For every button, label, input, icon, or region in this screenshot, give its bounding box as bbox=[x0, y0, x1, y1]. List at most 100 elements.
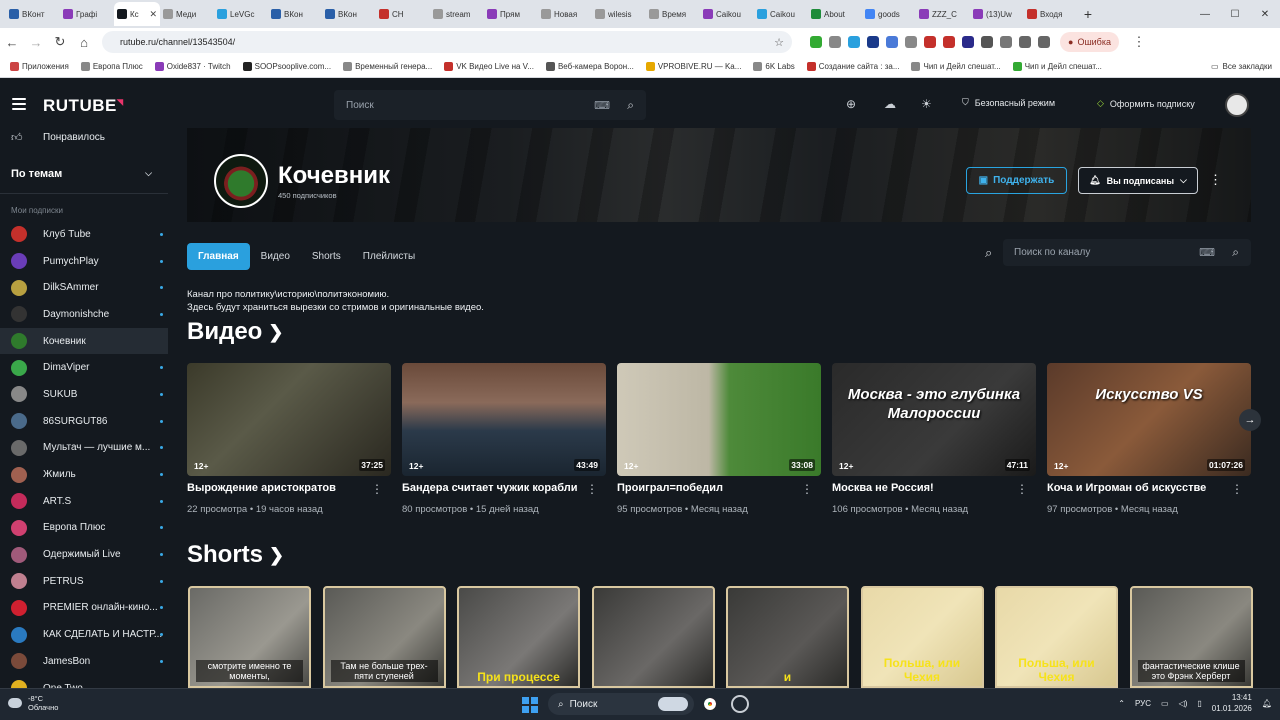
app-icon[interactable] bbox=[731, 695, 749, 713]
extension-icon[interactable] bbox=[924, 36, 936, 48]
sidebar-item[interactable]: Жмиль bbox=[0, 461, 168, 488]
bookmark-item[interactable]: Создание сайта : за... bbox=[801, 62, 906, 71]
channel-tab[interactable]: Плейлисты bbox=[352, 243, 426, 270]
browser-tab[interactable]: goods bbox=[862, 2, 916, 26]
bookmark-item[interactable]: SOOPsooplive.com... bbox=[237, 62, 337, 71]
sidebar-item[interactable]: PETRUS bbox=[0, 568, 168, 595]
video-title[interactable]: Вырождение аристократов bbox=[187, 482, 371, 494]
video-card[interactable]: 12+ 33:08 Проиграл=победил ⋮ 95 просмотров •… bbox=[617, 363, 821, 515]
keyboard-icon[interactable]: ⌨ bbox=[594, 99, 610, 112]
extension-icon[interactable] bbox=[810, 36, 822, 48]
channel-tab[interactable]: Главная bbox=[187, 243, 250, 270]
video-title[interactable]: Коча и Игроман об искусстве bbox=[1047, 482, 1231, 494]
sidebar-item[interactable]: SUKUB bbox=[0, 381, 168, 408]
theme-icon[interactable]: ☀ bbox=[921, 97, 932, 111]
sidebar-item[interactable]: PREMIER онлайн-кино... bbox=[0, 595, 168, 622]
screenshot-icon[interactable] bbox=[1019, 36, 1031, 48]
browser-tab[interactable]: ВКон bbox=[268, 2, 322, 26]
sidebar-item[interactable]: 86SURGUT86 bbox=[0, 408, 168, 435]
bookmark-item[interactable]: Веб-камера Ворон... bbox=[540, 62, 640, 71]
short-card[interactable]: Там не больше трех-пяти ступеней bbox=[322, 586, 446, 688]
weather-widget[interactable]: -8°C Облачно bbox=[8, 694, 58, 712]
more-options-icon[interactable]: ⋮ bbox=[1016, 482, 1028, 496]
sidebar-topics[interactable]: По темам ⌵ bbox=[0, 154, 168, 194]
sidebar-item[interactable]: DimaViper bbox=[0, 354, 168, 381]
browser-tab[interactable]: Меди bbox=[160, 2, 214, 26]
minimize-icon[interactable]: — bbox=[1190, 0, 1220, 28]
extension-icon[interactable] bbox=[943, 36, 955, 48]
volume-icon[interactable]: ◁) bbox=[1179, 699, 1188, 708]
videos-section-title[interactable]: Видео ❯ bbox=[187, 318, 283, 346]
browser-tab[interactable]: ВКонт bbox=[6, 2, 60, 26]
video-card[interactable]: Москва - это глубинка Малороссии 12+ 47:11… bbox=[832, 363, 1036, 515]
channel-search-input[interactable]: Поиск по каналу ⌨ ⌕ bbox=[1003, 239, 1251, 266]
sidebar-item[interactable]: Одержимый Live bbox=[0, 541, 168, 568]
sidebar-item[interactable]: DilkSAmmer bbox=[0, 274, 168, 301]
menu-icon[interactable] bbox=[12, 98, 26, 110]
browser-tab[interactable]: Время bbox=[646, 2, 700, 26]
browser-menu-icon[interactable]: ⋮ bbox=[1127, 34, 1151, 50]
chevron-up-icon[interactable]: ⌃ bbox=[1118, 699, 1125, 708]
sidebar-item[interactable]: Европа Плюс bbox=[0, 515, 168, 542]
extension-icon[interactable] bbox=[829, 36, 841, 48]
channel-avatar[interactable] bbox=[214, 154, 268, 208]
browser-tab[interactable]: (13)Uw bbox=[970, 2, 1024, 26]
sidebar-item[interactable]: Daymonishche bbox=[0, 301, 168, 328]
extension-icon[interactable] bbox=[886, 36, 898, 48]
browser-tab[interactable]: Прям bbox=[484, 2, 538, 26]
reload-icon[interactable]: ↻ bbox=[48, 34, 72, 50]
bookmark-item[interactable]: Европа Плюс bbox=[75, 62, 149, 71]
channel-tab[interactable]: Видео bbox=[250, 243, 301, 270]
video-card[interactable]: Искусство VS 12+ 01:07:26 Коча и Игроман об… bbox=[1047, 363, 1251, 515]
bookmark-item[interactable]: VK Видео Live на V... bbox=[438, 62, 540, 71]
keyboard-icon[interactable]: ⌨ bbox=[1199, 246, 1215, 259]
more-options-icon[interactable]: ⋮ bbox=[586, 482, 598, 496]
bookmark-star-icon[interactable]: ☆ bbox=[774, 36, 784, 49]
short-card[interactable]: и bbox=[726, 586, 849, 688]
channel-more-icon[interactable]: ⋮ bbox=[1209, 172, 1222, 188]
more-options-icon[interactable]: ⋮ bbox=[371, 482, 383, 496]
video-card[interactable]: 12+ 37:25 Вырождение аристократов ⋮ 22 просм… bbox=[187, 363, 391, 515]
home-icon[interactable]: ⌂ bbox=[72, 35, 96, 50]
all-bookmarks[interactable]: ▭ Все закладки bbox=[1211, 62, 1272, 71]
extension-icon[interactable] bbox=[848, 36, 860, 48]
language-indicator[interactable]: РУС bbox=[1135, 699, 1151, 708]
maximize-icon[interactable]: ☐ bbox=[1220, 0, 1250, 28]
sidebar-item[interactable]: КАК СДЕЛАТЬ И НАСТР... bbox=[0, 621, 168, 648]
network-icon[interactable]: ▭ bbox=[1161, 699, 1169, 708]
channel-tab[interactable]: Shorts bbox=[301, 243, 352, 270]
more-options-icon[interactable]: ⋮ bbox=[1231, 482, 1243, 496]
taskbar-search[interactable]: ⌕ Поиск bbox=[548, 693, 694, 715]
bookmark-item[interactable]: Приложения bbox=[4, 62, 75, 71]
sidebar-item-liked[interactable]: 👍︎ Понравилось bbox=[0, 128, 168, 146]
bookmark-item[interactable]: Чип и Дейл спешат... bbox=[1007, 62, 1108, 71]
upload-icon[interactable]: ⊕ bbox=[846, 97, 856, 111]
safe-mode-toggle[interactable]: ⛉ Безопасный режим bbox=[962, 97, 1055, 108]
url-field[interactable]: rutube.ru/channel/13543504/ ☆ bbox=[102, 31, 792, 53]
video-thumbnail[interactable]: 12+ 33:08 bbox=[617, 363, 821, 476]
browser-tab[interactable]: CH bbox=[376, 2, 430, 26]
forward-icon[interactable]: → bbox=[24, 35, 48, 50]
video-card[interactable]: 12+ 43:49 Бандера считает чужик корабли ⋮ 80… bbox=[402, 363, 606, 515]
bookmark-item[interactable]: VPROBIVE.RU — Ka... bbox=[640, 62, 748, 71]
channel-search-icon[interactable]: ⌕ bbox=[985, 245, 992, 261]
site-logo[interactable]: RUTUBE◥ bbox=[43, 96, 124, 116]
close-window-icon[interactable]: ✕ bbox=[1250, 0, 1280, 28]
browser-tab[interactable]: ZZZ_C bbox=[916, 2, 970, 26]
reading-list-icon[interactable] bbox=[1038, 36, 1050, 48]
browser-tab[interactable]: About bbox=[808, 2, 862, 26]
browser-tab[interactable]: LeVGc bbox=[214, 2, 268, 26]
bookmark-item[interactable]: 6K Labs bbox=[747, 62, 800, 71]
back-icon[interactable]: ← bbox=[0, 35, 24, 50]
sidebar-item[interactable]: Кочевник bbox=[0, 327, 168, 355]
video-title[interactable]: Москва не Россия! bbox=[832, 482, 1016, 494]
chrome-icon[interactable] bbox=[701, 695, 719, 713]
search-icon[interactable]: ⌕ bbox=[1232, 245, 1239, 260]
video-title[interactable]: Проиграл=победил bbox=[617, 482, 801, 494]
notification-bell-icon[interactable]: 🔔︎ bbox=[1262, 699, 1272, 708]
extension-icon[interactable] bbox=[962, 36, 974, 48]
subscribed-button[interactable]: 🔔︎ Вы подписаны ⌵ bbox=[1078, 167, 1198, 194]
browser-tab[interactable]: ВКон bbox=[322, 2, 376, 26]
sidebar-item[interactable]: Мультач — лучшие м... bbox=[0, 435, 168, 462]
shorts-section-title[interactable]: Shorts ❯ bbox=[187, 541, 284, 569]
